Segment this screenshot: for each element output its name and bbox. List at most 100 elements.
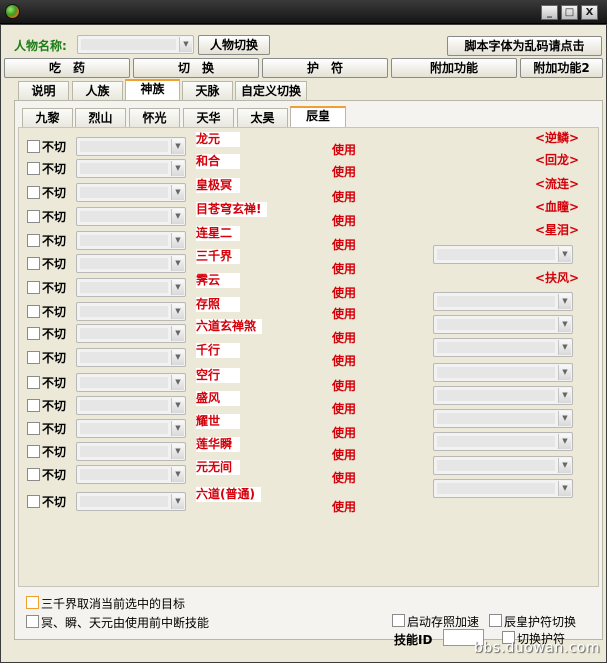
skill-slot-select[interactable]: ▼ [76,396,186,415]
no-switch-checkbox[interactable] [27,210,40,223]
use-skill-link[interactable]: 使用 [332,284,356,301]
skill-slot-select[interactable]: ▼ [76,231,186,250]
subtab-taihao[interactable]: 太昊 [237,108,288,128]
use-skill-link[interactable]: 使用 [332,163,356,180]
chenhuang-talisman-checkbox[interactable] [489,614,502,627]
use-skill-link[interactable]: 使用 [332,352,356,369]
skill-slot-select[interactable]: ▼ [76,254,186,273]
right-skill-select[interactable]: ▼ [433,432,573,451]
chevron-down-icon[interactable]: ▼ [171,185,184,200]
subtab-chenhuang[interactable]: 辰皇 [290,106,346,128]
right-skill-select[interactable]: ▼ [433,338,573,357]
subtab-jiuli[interactable]: 九黎 [22,108,73,128]
tab-custom-switch[interactable]: 自定义切换 [235,81,307,101]
use-skill-link[interactable]: 使用 [332,424,356,441]
right-skill-select[interactable]: ▼ [433,292,573,311]
cancel-target-checkbox[interactable] [26,596,39,609]
chevron-down-icon[interactable]: ▼ [171,209,184,224]
talisman-button[interactable]: 护 符 [262,58,388,78]
extra-function-2-button[interactable]: 附加功能2 [520,58,603,78]
right-skill-select[interactable]: ▼ [433,315,573,334]
tab-human-race[interactable]: 人族 [72,81,123,101]
chevron-down-icon[interactable]: ▼ [558,340,571,355]
chevron-down-icon[interactable]: ▼ [171,256,184,271]
use-skill-link[interactable]: 使用 [332,377,356,394]
skill-slot-select[interactable]: ▼ [76,278,186,297]
chevron-down-icon[interactable]: ▼ [558,294,571,309]
skill-slot-select[interactable]: ▼ [76,492,186,511]
no-switch-checkbox[interactable] [27,257,40,270]
chevron-down-icon[interactable]: ▼ [171,494,184,509]
no-switch-checkbox[interactable] [27,281,40,294]
no-switch-checkbox[interactable] [27,445,40,458]
chevron-down-icon[interactable]: ▼ [171,467,184,482]
tab-tianmai[interactable]: 天脉 [182,81,233,101]
chevron-down-icon[interactable]: ▼ [171,326,184,341]
skill-slot-select[interactable]: ▼ [76,373,186,392]
subtab-huaiguang[interactable]: 怀光 [129,108,180,128]
subtab-lieshan[interactable]: 烈山 [75,108,126,128]
chevron-down-icon[interactable]: ▼ [171,375,184,390]
chevron-down-icon[interactable]: ▼ [558,247,571,262]
no-switch-checkbox[interactable] [27,162,40,175]
chevron-down-icon[interactable]: ▼ [558,317,571,332]
skill-slot-select[interactable]: ▼ [76,207,186,226]
minimize-button[interactable]: _ [541,5,558,20]
garbled-font-fix-button[interactable]: 脚本字体为乱码请点击 [447,36,602,56]
switch-character-button[interactable]: 人物切换 [198,35,270,55]
chevron-down-icon[interactable]: ▼ [171,350,184,365]
no-switch-checkbox[interactable] [27,305,40,318]
chevron-down-icon[interactable]: ▼ [558,481,571,496]
skill-slot-select[interactable]: ▼ [76,465,186,484]
no-switch-checkbox[interactable] [27,422,40,435]
chevron-down-icon[interactable]: ▼ [558,411,571,426]
close-button[interactable]: X [581,5,598,20]
no-switch-checkbox[interactable] [27,495,40,508]
use-skill-link[interactable]: 使用 [332,498,356,515]
switch-button[interactable]: 切 换 [133,58,259,78]
use-skill-link[interactable]: 使用 [332,236,356,253]
cunzhao-speedup-checkbox[interactable] [392,614,405,627]
no-switch-checkbox[interactable] [27,351,40,364]
tab-instructions[interactable]: 说明 [18,81,69,101]
tab-god-race[interactable]: 神族 [125,79,180,101]
chevron-down-icon[interactable]: ▼ [171,304,184,319]
chevron-down-icon[interactable]: ▼ [171,444,184,459]
no-switch-checkbox[interactable] [27,468,40,481]
skill-slot-select[interactable]: ▼ [76,183,186,202]
use-skill-link[interactable]: 使用 [332,188,356,205]
skill-slot-select[interactable]: ▼ [76,302,186,321]
use-skill-link[interactable]: 使用 [332,212,356,229]
right-skill-select[interactable]: ▼ [433,386,573,405]
character-select[interactable]: ▼ [77,35,194,54]
chevron-down-icon[interactable]: ▼ [558,388,571,403]
extra-function-button[interactable]: 附加功能 [391,58,517,78]
use-skill-link[interactable]: 使用 [332,400,356,417]
chevron-down-icon[interactable]: ▼ [558,434,571,449]
interrupt-skill-checkbox[interactable] [26,615,39,628]
chevron-down-icon[interactable]: ▼ [171,398,184,413]
use-skill-link[interactable]: 使用 [332,446,356,463]
use-skill-link[interactable]: 使用 [332,329,356,346]
chevron-down-icon[interactable]: ▼ [558,458,571,473]
skill-slot-select[interactable]: ▼ [76,137,186,156]
no-switch-checkbox[interactable] [27,376,40,389]
right-skill-select[interactable]: ▼ [433,363,573,382]
right-skill-select[interactable]: ▼ [433,245,573,264]
skill-slot-select[interactable]: ▼ [76,159,186,178]
skill-slot-select[interactable]: ▼ [76,324,186,343]
subtab-tianhua[interactable]: 天华 [183,108,234,128]
use-skill-link[interactable]: 使用 [332,469,356,486]
chevron-down-icon[interactable]: ▼ [558,365,571,380]
use-skill-link[interactable]: 使用 [332,260,356,277]
chevron-down-icon[interactable]: ▼ [179,37,192,52]
skill-slot-select[interactable]: ▼ [76,348,186,367]
chevron-down-icon[interactable]: ▼ [171,421,184,436]
no-switch-checkbox[interactable] [27,399,40,412]
use-skill-link[interactable]: 使用 [332,305,356,322]
no-switch-checkbox[interactable] [27,234,40,247]
chevron-down-icon[interactable]: ▼ [171,161,184,176]
skill-slot-select[interactable]: ▼ [76,419,186,438]
use-skill-link[interactable]: 使用 [332,141,356,158]
chevron-down-icon[interactable]: ▼ [171,280,184,295]
